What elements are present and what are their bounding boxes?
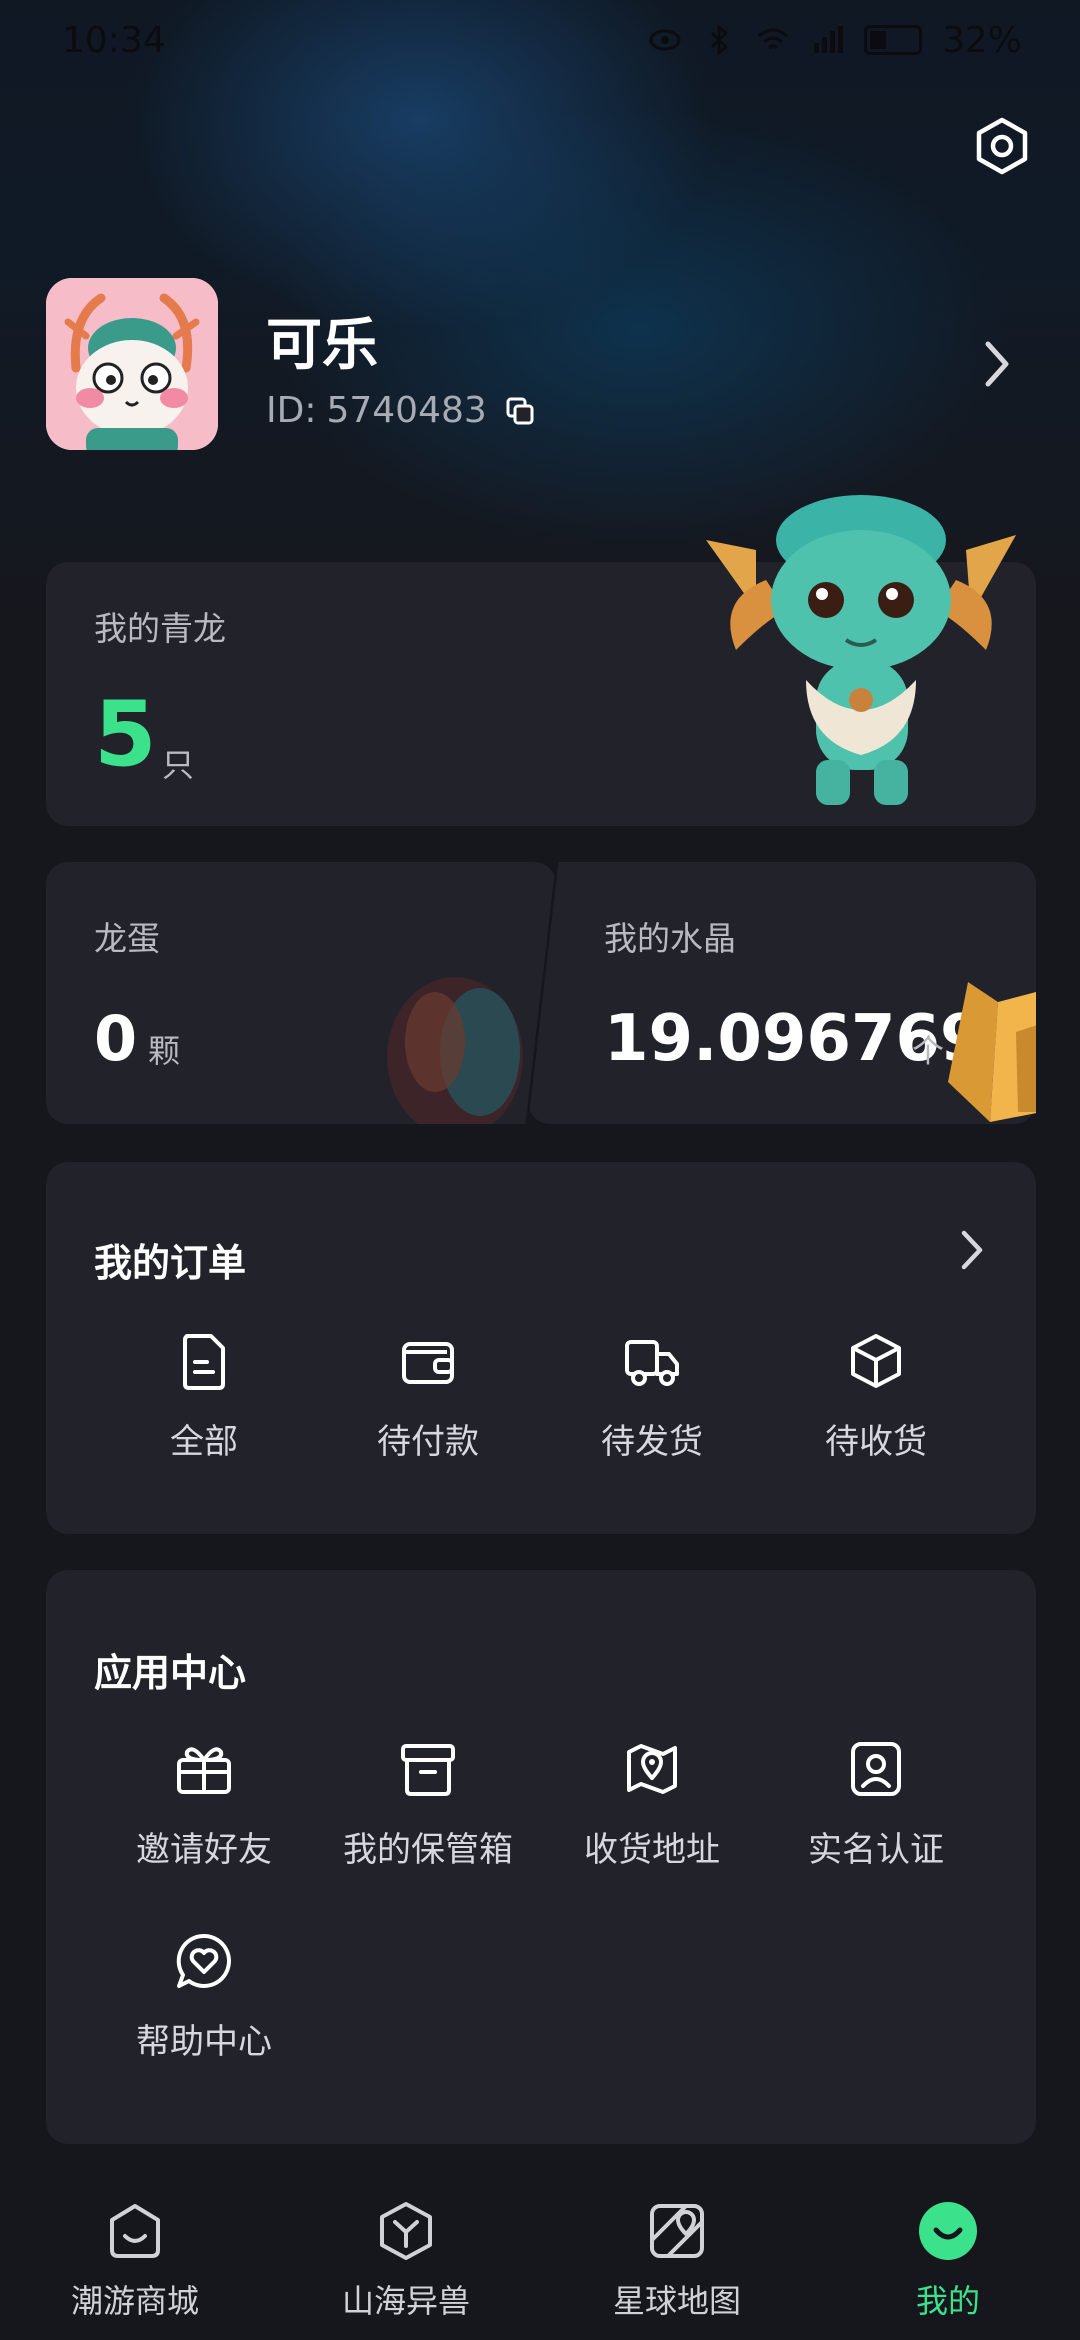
order-all-label: 全部: [170, 1422, 238, 1462]
tab-trend-mall-label: 潮游商城: [70, 2282, 199, 2320]
my-crystal-card[interactable]: 我的水晶 19.096769 个: [528, 862, 1036, 1124]
app-help-center-label: 帮助中心: [136, 2022, 272, 2062]
order-pending-payment-label: 待付款: [377, 1422, 479, 1462]
app-help-center[interactable]: 帮助中心: [94, 1930, 314, 2063]
app-shipping-address[interactable]: 收货地址: [542, 1738, 762, 1871]
dragon-egg-count: 0: [94, 1002, 138, 1075]
app-invite-friends[interactable]: 邀请好友: [94, 1738, 314, 1871]
heart-chat-icon: [176, 1933, 231, 1988]
dragon-egg-unit: 颗: [148, 1032, 181, 1070]
battery-percent: 32%: [941, 19, 1022, 61]
wallet-icon: [402, 1342, 454, 1384]
settings-hexagon-icon: [976, 117, 1028, 175]
dragon-egg-label: 龙蛋: [94, 919, 160, 958]
shop-icon: [110, 2204, 160, 2258]
order-pending-shipment[interactable]: 待发货: [542, 1330, 762, 1463]
my-orders-card: 我的订单 全部 待付款 待发货 待收货: [46, 1162, 1036, 1534]
wifi-icon: [758, 28, 788, 50]
profile-header[interactable]: 可乐 ID: 5740483: [46, 278, 1036, 454]
truck-icon: [625, 1340, 679, 1386]
user-id-label: ID:: [266, 390, 317, 431]
signal-icon: [813, 26, 843, 53]
nickname: 可乐: [266, 313, 378, 378]
my-crystal-label: 我的水晶: [604, 919, 736, 958]
status-icons: 32%: [648, 20, 1022, 61]
app-my-vault-label: 我的保管箱: [343, 1830, 513, 1870]
tab-mine[interactable]: 我的: [828, 2200, 1068, 2322]
map-icon: [650, 2204, 704, 2258]
dragon-avatar-image: [46, 278, 218, 450]
user-id-value: 5740483: [326, 390, 487, 431]
order-all[interactable]: 全部: [94, 1330, 314, 1463]
gift-icon: [177, 1747, 231, 1794]
chevron-right-icon[interactable]: [976, 338, 1016, 390]
box-icon: [851, 1334, 901, 1388]
status-bar: 10:34 32%: [0, 0, 1080, 80]
eye-icon: [649, 29, 681, 51]
tab-planet-map-label: 星球地图: [612, 2282, 741, 2320]
avatar[interactable]: [46, 278, 218, 450]
copy-icon[interactable]: [505, 396, 535, 426]
battery-icon: [863, 25, 922, 55]
app-shipping-address-label: 收货地址: [584, 1830, 720, 1870]
bluetooth-icon: [710, 25, 729, 55]
tab-mine-label: 我的: [915, 2282, 980, 2320]
id-card-icon: [851, 1742, 901, 1796]
bottom-tab-bar: 潮游商城 山海异兽 星球地图 我的: [0, 2172, 1080, 2340]
tab-mythic-beasts[interactable]: 山海异兽: [286, 2200, 526, 2322]
settings-button[interactable]: [970, 114, 1034, 178]
map-pin-icon: [627, 1744, 677, 1794]
smile-icon: [919, 2202, 977, 2260]
dragon-egg-card[interactable]: 龙蛋 0 颗: [46, 862, 556, 1124]
document-icon: [183, 1334, 225, 1390]
archive-icon: [401, 1744, 455, 1796]
order-pending-receipt-label: 待收货: [825, 1422, 927, 1462]
cube-icon: [380, 2202, 432, 2260]
dragon-mascot-image: [706, 495, 1016, 805]
app-invite-friends-label: 邀请好友: [136, 1830, 272, 1870]
order-pending-payment[interactable]: 待付款: [318, 1330, 538, 1463]
app-my-vault[interactable]: 我的保管箱: [318, 1738, 538, 1871]
app-center-card: 应用中心 邀请好友 我的保管箱 收货地址 实名认证 帮助中心: [46, 1570, 1036, 2144]
app-real-name-verification[interactable]: 实名认证: [766, 1738, 986, 1871]
my-orders-title: 我的订单: [94, 1241, 247, 1285]
chevron-right-icon[interactable]: [956, 1228, 988, 1272]
my-dragon-label: 我的青龙: [94, 609, 226, 648]
tab-planet-map[interactable]: 星球地图: [557, 2200, 797, 2322]
order-pending-shipment-label: 待发货: [601, 1422, 703, 1462]
my-dragon-unit: 只: [162, 746, 195, 784]
tab-trend-mall[interactable]: 潮游商城: [15, 2200, 255, 2322]
crystal-image: [948, 982, 1036, 1122]
dragon-egg-image: [387, 977, 523, 1124]
user-id-row: ID: 5740483: [266, 390, 535, 431]
app-center-title: 应用中心: [94, 1651, 247, 1695]
my-dragon-count: 5: [94, 682, 157, 787]
tab-mythic-beasts-label: 山海异兽: [341, 2282, 470, 2320]
order-pending-receipt[interactable]: 待收货: [766, 1330, 986, 1463]
status-time: 10:34: [62, 19, 166, 61]
app-real-name-verification-label: 实名认证: [808, 1830, 944, 1870]
